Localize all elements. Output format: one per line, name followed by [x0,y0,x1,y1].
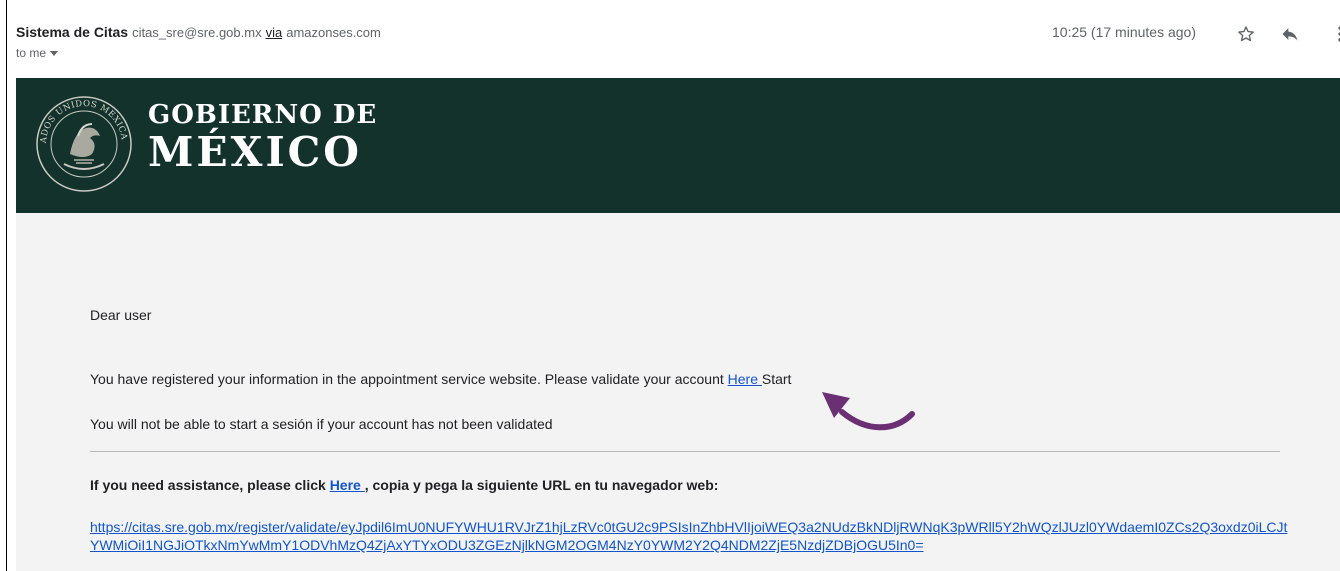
validation-paragraph: You have registered your information in … [90,371,791,387]
sender-name[interactable]: Sistema de Citas [16,24,128,40]
email-header: Sistema de Citas citas_sre@sre.gob.mx via a… [16,22,1340,66]
star-button[interactable] [1234,22,1258,46]
validate-account-link[interactable]: Here [728,371,762,387]
assistance-paragraph: If you need assistance, please click Her… [90,477,718,493]
validation-text-end: Start [761,371,792,387]
more-options-button[interactable] [1328,22,1340,46]
validation-text: You have registered your information in … [90,371,728,387]
assistance-link[interactable]: Here [330,477,365,493]
window-edge [6,0,7,571]
via-domain: amazonses.com [286,25,381,40]
recipient-label: to me [16,46,47,60]
reply-icon [1282,28,1298,41]
validation-url-link[interactable]: https://citas.sre.gob.mx/register/valida… [90,519,1287,553]
more-vert-icon [1338,26,1340,42]
via-link[interactable]: via [266,25,283,40]
government-banner: ESTADOS UNIDOS MEXICANOS GOBIERNO DE MÉX… [16,78,1340,213]
email-timestamp: 10:25 (17 minutes ago) [1052,24,1196,40]
annotation-arrow [822,392,915,431]
coat-of-arms-logo: ESTADOS UNIDOS MEXICANOS [34,94,132,192]
title-line-2: MÉXICO [148,128,362,176]
greeting: Dear user [90,307,152,323]
caret-down-icon [50,51,59,57]
reply-button[interactable] [1278,22,1302,46]
government-title: GOBIERNO DE MÉXICO [148,102,377,173]
sender-email: citas_sre@sre.gob.mx [132,25,262,40]
title-line-1: GOBIERNO DE [148,100,378,130]
recipient-details-toggle[interactable]: to me [16,46,59,60]
sender-line: Sistema de Citas citas_sre@sre.gob.mx via a… [16,24,381,40]
assistance-text: If you need assistance, please click [90,477,330,493]
validation-url-block: https://citas.sre.gob.mx/register/valida… [90,518,1290,554]
star-icon [1238,26,1254,42]
warning-paragraph: You will not be able to start a sesión i… [90,416,553,432]
assistance-text-end: , copia y pega la siguiente URL en tu na… [364,477,719,493]
divider [90,451,1280,452]
